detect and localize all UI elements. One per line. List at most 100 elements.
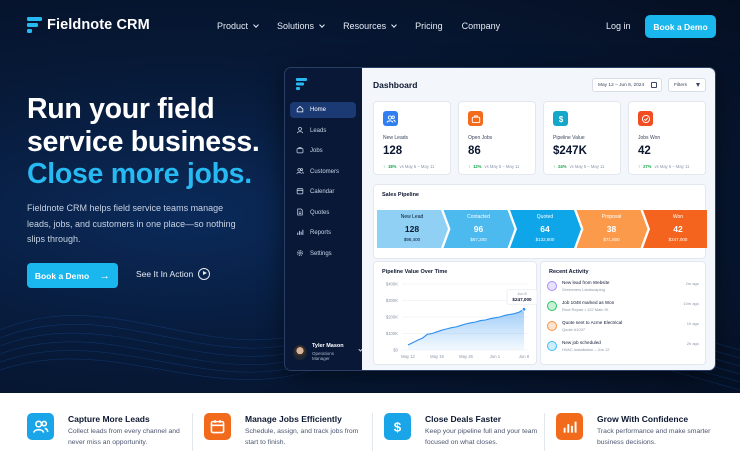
x-tick-label: Jun 8 (519, 354, 530, 359)
stage-count: 128 (404, 224, 420, 234)
stage-count: 38 (606, 224, 617, 234)
sidebar-item-customers[interactable]: Customers (290, 164, 356, 180)
kpi-trend: ↑ 24% vs May 5 – May 11 (553, 164, 604, 169)
stage-amount: $132,800 (535, 237, 555, 242)
kpi-label: New Leads (383, 135, 409, 141)
sidebar-item-reports[interactable]: Reports (290, 225, 356, 241)
pipeline-stage-won[interactable]: Won 42 $247,000 (647, 210, 709, 248)
sidebar-item-label: Quotes (310, 209, 330, 216)
see-it-label: See It In Action (136, 269, 194, 279)
nav-product[interactable]: Product (217, 21, 259, 31)
nav-label: Company (461, 21, 501, 31)
trend-up-icon: ↑ (638, 164, 641, 169)
pipeline-stage-new-lead[interactable]: New Lead 128 $98,400 (381, 210, 443, 248)
calendar-icon (290, 187, 310, 197)
pipeline-stage-contacted[interactable]: Contacted 96 $67,200 (448, 210, 510, 248)
sales-pipeline-card: Sales Pipeline New Lead 128 $98,400 Contact… (373, 184, 709, 259)
login-link[interactable]: Log in (606, 21, 631, 31)
bar-chart-icon (556, 413, 583, 440)
brand-name: Fieldnote CRM (47, 17, 150, 33)
chevron-down-icon (391, 21, 397, 28)
stage-name: New Lead (400, 214, 424, 220)
feature-title: Close Deals Faster (425, 414, 502, 424)
svg-text:$: $ (558, 114, 563, 123)
avatar (293, 344, 307, 360)
stage-name: Proposal (601, 214, 622, 220)
pipeline-stage-quoted[interactable]: Quoted 64 $132,800 (514, 210, 576, 248)
users-icon (27, 413, 54, 440)
kpi-card-jobs-won[interactable]: Jobs Won 42 ↑ 27% vs May 5 – May 11 (628, 101, 706, 175)
activity-title: New job scheduled (562, 340, 601, 345)
kpi-label: Jobs Won (638, 135, 661, 141)
kpi-card-pipeline-value[interactable]: $ Pipeline Value $247K ↑ 24% vs May 5 – May 1… (543, 101, 621, 175)
sidebar-item-label: Reports (310, 230, 332, 236)
sidebar-item-quotes[interactable]: Quotes (290, 205, 356, 221)
nav-label: Pricing (415, 21, 443, 31)
tooltip-date: Jun 8 (517, 292, 526, 296)
trend-up-icon: ↑ (553, 164, 556, 169)
brand-logo[interactable]: Fieldnote CRM (27, 17, 150, 33)
feature-description: Schedule, assign, and track jobs from st… (245, 428, 359, 446)
sidebar-item-home[interactable]: Home (290, 102, 356, 118)
users-icon (290, 167, 310, 177)
kpi-value: 128 (383, 145, 403, 157)
stage-count: 96 (473, 224, 484, 234)
nav-book-demo-button[interactable]: Book a Demo (645, 15, 716, 38)
activity-item[interactable]: New lead from Website Greenview Landscapi… (547, 280, 701, 297)
dashboard-preview: Home Leads Jobs Customers Calendar Quotes Repo… (284, 67, 716, 371)
kpi-compare: vs May 5 – May 11 (569, 164, 605, 169)
briefcase-icon (468, 111, 483, 126)
activity-subtitle: Roof Repair • 122 Main St (562, 307, 609, 312)
stage-amount: $67,200 (470, 237, 487, 242)
hero-book-demo-button[interactable]: Book a Demo → (27, 263, 118, 288)
dollar-icon: $ (384, 413, 411, 440)
sidebar-item-label: Settings (310, 250, 332, 257)
see-it-in-action-link[interactable]: See It In Action (136, 268, 211, 280)
kpi-label: Pipeline Value (553, 135, 585, 141)
stage-amount: $247,000 (668, 237, 688, 242)
sidebar-item-calendar[interactable]: Calendar (290, 184, 356, 200)
activity-time: 1h ago (686, 321, 699, 326)
activity-item[interactable]: Job 1048 marked as Won Roof Repair • 122 … (547, 300, 701, 317)
activity-item[interactable]: New job scheduled HVAC Installation – Jun… (547, 340, 701, 357)
kpi-value: 42 (638, 145, 651, 157)
feature-title: Grow With Confidence (597, 414, 689, 424)
sidebar-item-leads[interactable]: Leads (290, 123, 356, 139)
pipeline-value-chart: $0 $100K $200K $300K $400K May 12 May 19 May 26… (386, 282, 538, 359)
kpi-card-new-leads[interactable]: New Leads 128 ↑ 18% vs May 5 – May 11 (373, 101, 451, 175)
x-tick-label: May 12 (401, 354, 415, 359)
activity-item[interactable]: Quote sent to Acme Electrical Quote #1037… (547, 320, 701, 337)
user-profile[interactable]: Tyler Mason Operations Manager (293, 343, 363, 361)
feature-divider (372, 413, 373, 451)
kpi-card-open-jobs[interactable]: Open Jobs 86 ↑ 12% vs May 5 – May 11 (458, 101, 536, 175)
activity-title: Recent Activity (549, 269, 589, 275)
stage-amount: $71,600 (603, 237, 620, 242)
feature-divider (192, 413, 193, 451)
nav-solutions[interactable]: Solutions (277, 21, 325, 31)
trend-up-icon: ↑ (383, 164, 386, 169)
nav-company[interactable]: Company (462, 21, 501, 31)
sidebar-item-jobs[interactable]: Jobs (290, 143, 356, 159)
calendar-icon (651, 82, 657, 88)
y-tick-label: $100K (386, 331, 398, 336)
date-range-picker[interactable]: May 12 – Jun 8, 2024 (592, 78, 662, 92)
user-name: Tyler Mason (311, 343, 344, 349)
feature-title: Manage Jobs Efficiently (245, 414, 342, 424)
nav-pricing[interactable]: Pricing (415, 21, 443, 31)
date-range-label: May 12 – Jun 8, 2024 (598, 82, 645, 88)
stage-count: 64 (540, 224, 550, 234)
pipeline-stage-proposal[interactable]: Proposal 38 $71,600 (581, 210, 643, 248)
kpi-trend: ↑ 12% vs May 5 – May 11 (468, 164, 519, 169)
sidebar-logo-icon (296, 78, 307, 90)
sidebar-item-settings[interactable]: Settings (290, 246, 356, 262)
stage-name: Contacted (467, 214, 490, 220)
nav-resources[interactable]: Resources (343, 21, 397, 31)
users-icon (383, 111, 398, 126)
data-point[interactable] (521, 307, 527, 312)
nav-links: Product Solutions Resources Pricing Company (217, 21, 519, 31)
feature-divider (544, 413, 545, 451)
document-icon (290, 208, 310, 218)
kpi-change: 18% (388, 164, 397, 169)
kpi-change: 12% (473, 164, 482, 169)
filters-button[interactable]: Filters (668, 78, 706, 92)
